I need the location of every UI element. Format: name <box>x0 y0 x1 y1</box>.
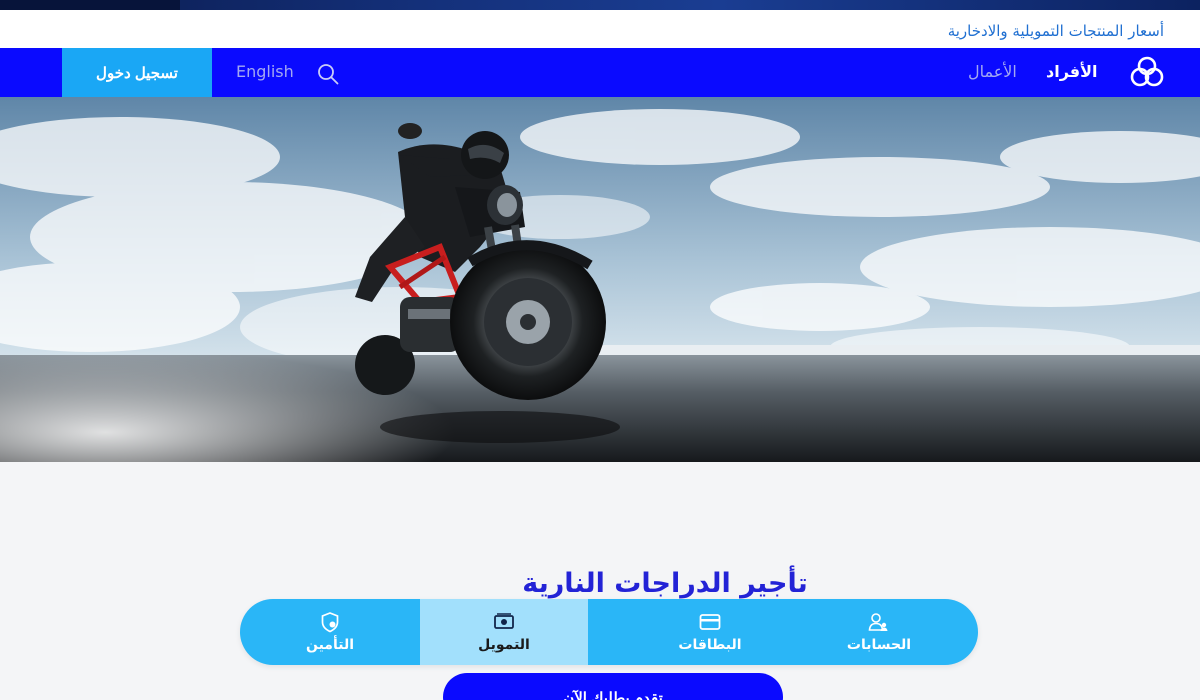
bottom-tab-bar: الحسابات البطاقات التمويل التأمين <box>240 599 978 665</box>
tab-insurance-label: التأمين <box>305 637 354 653</box>
top-strip-shade <box>0 0 180 10</box>
utility-bar: أسعار المنتجات التمويلية والادخارية <box>0 10 1200 48</box>
rates-link[interactable]: أسعار المنتجات التمويلية والادخارية <box>948 22 1164 40</box>
users-icon <box>868 613 888 631</box>
hero-motorcycle-image <box>0 97 1200 462</box>
tab-cards-label: البطاقات <box>678 637 742 653</box>
bank-logo-icon[interactable] <box>1130 56 1164 88</box>
credit-card-icon <box>699 614 721 630</box>
login-button[interactable]: تسجيل دخول <box>62 48 212 97</box>
page: أسعار المنتجات التمويلية والادخارية الأف… <box>0 0 1200 700</box>
main-nav: الأفراد الأعمال English تسجيل دخول <box>0 48 1200 97</box>
tab-accounts-label: الحسابات <box>846 637 912 653</box>
tab-cards[interactable]: البطاقات <box>643 599 777 665</box>
search-icon[interactable] <box>316 62 340 86</box>
tab-insurance[interactable]: التأمين <box>268 599 392 665</box>
tab-accounts[interactable]: الحسابات <box>812 599 946 665</box>
top-strip <box>0 0 1200 10</box>
language-switch[interactable]: English <box>236 62 294 81</box>
nav-individuals[interactable]: الأفراد <box>1046 62 1098 81</box>
section-title: تأجير الدراجات النارية <box>522 568 808 599</box>
hero-banner <box>0 97 1200 462</box>
apply-button[interactable]: تقدم بطلبك الآن <box>443 673 783 700</box>
nav-business[interactable]: الأعمال <box>968 62 1017 81</box>
tab-finance[interactable]: التمويل <box>420 599 588 665</box>
tab-finance-label: التمويل <box>478 637 530 653</box>
banknote-icon <box>494 613 514 629</box>
shield-icon <box>321 612 339 633</box>
